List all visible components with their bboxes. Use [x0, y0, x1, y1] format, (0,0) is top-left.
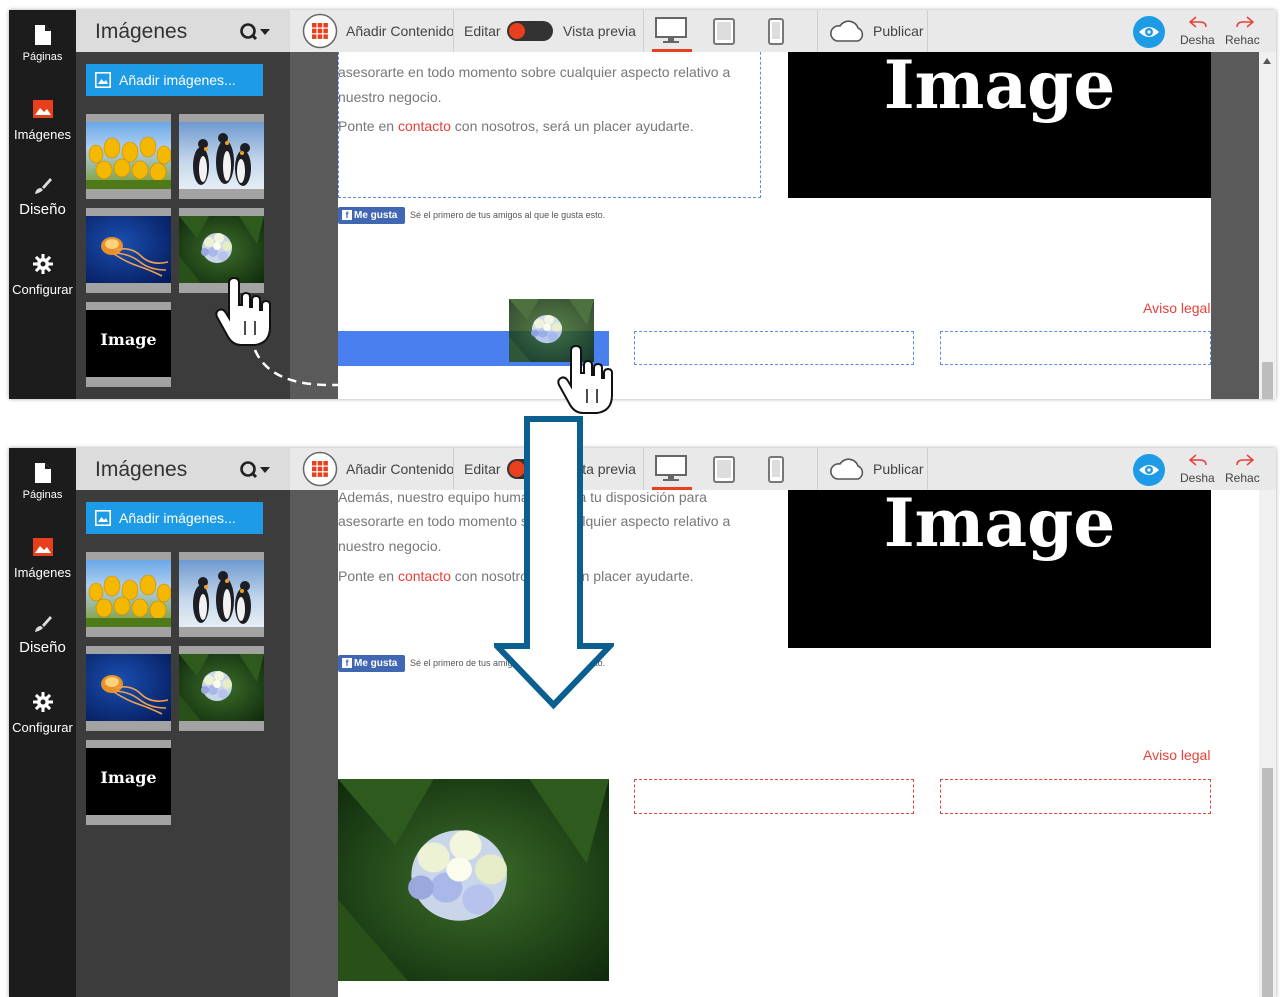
contact-link[interactable]: contacto	[398, 568, 451, 584]
images-panel-header: Imágenes	[76, 448, 290, 490]
thumbnail-penguins[interactable]	[179, 552, 264, 637]
body-text-line-2: nuestro negocio.	[338, 538, 442, 554]
undo-button[interactable]: Desha	[1178, 448, 1218, 490]
empty-block-frame[interactable]	[940, 779, 1211, 814]
file-icon	[34, 463, 51, 483]
nav-images-label: Imágenes	[13, 565, 72, 580]
drag-path	[253, 349, 541, 387]
gear-icon	[32, 692, 53, 712]
toolbar-divider	[927, 448, 928, 490]
vertical-scrollbar[interactable]	[1259, 490, 1276, 997]
empty-block-frame[interactable]	[634, 779, 914, 814]
hand-cursor-icon	[557, 345, 613, 414]
top-toolbar: Añadir Contenido Editar Vista previa Pub…	[290, 448, 1276, 491]
contact-pre: Ponte en	[338, 568, 395, 584]
nav-images[interactable]: Imágenes	[9, 538, 76, 580]
nav-design-label: Diseño	[19, 639, 66, 656]
toolbar-divider	[643, 448, 644, 490]
dropped-image[interactable]	[338, 779, 609, 981]
scroll-thumb[interactable]	[1262, 768, 1273, 997]
facebook-like-button[interactable]: f Me gusta	[338, 655, 405, 672]
thumbnail-hydrangea[interactable]	[179, 646, 264, 731]
tablet-icon	[713, 456, 735, 483]
brush-icon	[34, 616, 52, 632]
images-panel-title: Imágenes	[95, 458, 188, 481]
left-navigation: Páginas Imágenes Diseño Configurar	[9, 448, 76, 997]
legal-notice-link[interactable]: Aviso legal	[1143, 747, 1210, 763]
page-preview: Además, nuestro equipo humano está a tu …	[338, 490, 1259, 997]
grid-icon	[302, 451, 338, 487]
image-icon	[32, 538, 53, 556]
drag-path-overlay	[253, 349, 552, 391]
editor-canvas: Además, nuestro equipo humano está a tu …	[290, 490, 1276, 997]
thumbnail-jellyfish[interactable]	[86, 646, 171, 731]
add-images-button[interactable]: Añadir imágenes...	[86, 502, 263, 534]
thumbnail-image-placeholder[interactable]: Image	[86, 740, 171, 825]
search-icon[interactable]	[239, 460, 271, 480]
desktop-icon	[655, 455, 687, 481]
eye-icon[interactable]	[1133, 454, 1165, 486]
facebook-icon: f	[342, 658, 352, 668]
toolbar-divider	[817, 448, 818, 490]
nav-settings[interactable]: Configurar	[9, 692, 76, 735]
drag-path-arrowhead-icon	[538, 377, 552, 391]
nav-design[interactable]: Diseño	[9, 615, 76, 656]
desktop-view-button[interactable]	[652, 448, 692, 490]
nav-pages[interactable]: Páginas	[9, 463, 76, 501]
image-block[interactable]: Image	[788, 490, 1211, 648]
add-content-label: Añadir Contenido	[346, 461, 455, 477]
editor-panel-after: Páginas Imágenes Diseño Configurar Imáge…	[9, 448, 1276, 997]
thumbnail-tulips[interactable]	[86, 552, 171, 637]
add-images-label: Añadir imágenes...	[119, 510, 236, 526]
redo-button[interactable]: Rehac	[1223, 448, 1265, 490]
placeholder-text: Image	[100, 768, 157, 787]
publish-label: Publicar	[873, 461, 924, 477]
image-icon	[95, 510, 111, 526]
nav-pages-label: Páginas	[22, 489, 63, 501]
images-panel: Imágenes Añadir imágenes... Image	[76, 448, 290, 997]
cloud-icon	[830, 458, 864, 480]
hand-cursor-icon	[215, 277, 271, 346]
nav-settings-label: Configurar	[12, 720, 73, 735]
phone-icon	[768, 456, 784, 483]
image-block-text: Image	[883, 490, 1116, 562]
facebook-like-label: Me gusta	[354, 658, 398, 669]
down-arrow-icon	[494, 416, 614, 710]
toolbar-divider	[453, 448, 454, 490]
